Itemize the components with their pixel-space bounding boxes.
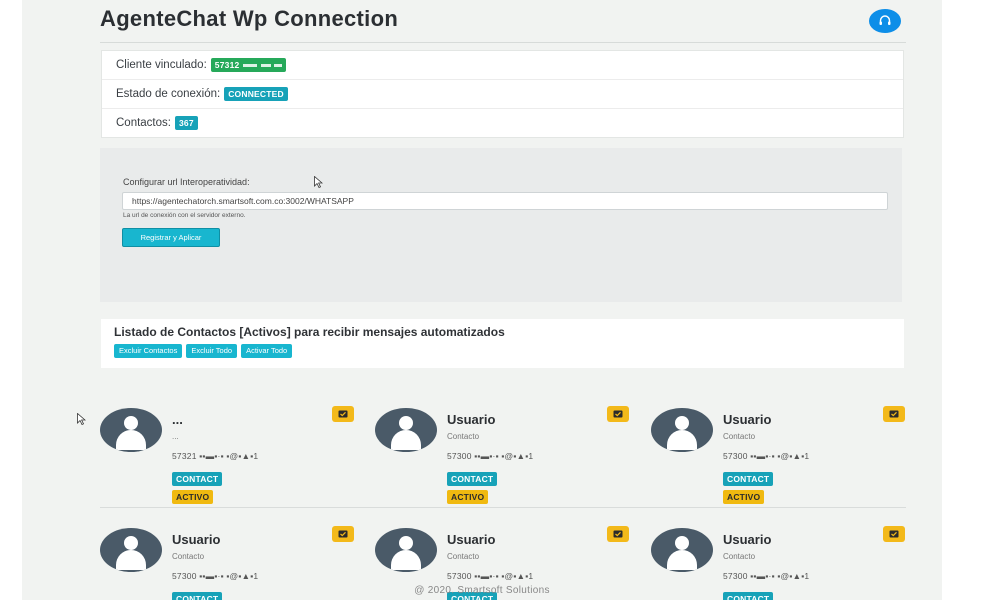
toggle-active-button[interactable] bbox=[607, 526, 629, 542]
contact-name: ... bbox=[172, 412, 183, 427]
status-label: Estado de conexión: bbox=[116, 88, 221, 100]
contact-grid: ... ... 57321 ▪▪▬▪·▪ ▪@▪▲▪1 CONTACT ACTI… bbox=[22, 392, 942, 600]
active-status-badge: ACTIVO bbox=[723, 490, 765, 504]
envelope-check-icon bbox=[889, 530, 899, 538]
contact-subtitle: Contacto bbox=[447, 552, 480, 561]
masked-digits bbox=[260, 64, 271, 68]
client-row: Cliente vinculado: 57312 bbox=[102, 51, 903, 80]
interop-url-help: La url de conexión con el servidor exter… bbox=[123, 212, 246, 219]
title-divider bbox=[100, 42, 906, 43]
contact-phone: 57321 ▪▪▬▪·▪ ▪@▪▲▪1 bbox=[172, 451, 259, 461]
contact-card: ... ... 57321 ▪▪▬▪·▪ ▪@▪▲▪1 CONTACT ACTI… bbox=[100, 400, 360, 510]
client-label: Cliente vinculado: bbox=[116, 59, 207, 71]
contact-name: Usuario bbox=[447, 532, 496, 547]
contact-phone: 57300 ▪▪▬▪·▪ ▪@▪▲▪1 bbox=[723, 571, 810, 581]
masked-digits bbox=[242, 64, 257, 68]
contact-name: Usuario bbox=[723, 412, 772, 427]
active-status-badge: ACTIVO bbox=[447, 490, 489, 504]
contact-subtitle: Contacto bbox=[172, 552, 205, 561]
interop-config-panel: Configurar url Interoperatividad: https:… bbox=[100, 148, 902, 302]
headset-icon bbox=[879, 15, 891, 25]
avatar bbox=[651, 408, 713, 452]
contact-subtitle: Contacto bbox=[723, 432, 756, 441]
contact-type-badge: CONTACT bbox=[723, 472, 774, 486]
contact-subtitle: Contacto bbox=[447, 432, 480, 441]
mouse-cursor-icon bbox=[314, 176, 323, 188]
toggle-active-button[interactable] bbox=[607, 406, 629, 422]
envelope-check-icon bbox=[338, 410, 348, 418]
contact-phone: 57300 ▪▪▬▪·▪ ▪@▪▲▪1 bbox=[447, 451, 534, 461]
avatar bbox=[375, 408, 437, 452]
contact-subtitle: Contacto bbox=[723, 552, 756, 561]
contact-name: Usuario bbox=[723, 532, 772, 547]
avatar bbox=[100, 408, 162, 452]
contact-type-badge: CONTACT bbox=[172, 472, 223, 486]
contact-name: Usuario bbox=[172, 532, 221, 547]
exclude-contacts-button[interactable]: Excluir Contactos bbox=[114, 344, 183, 358]
avatar bbox=[375, 528, 437, 572]
envelope-check-icon bbox=[338, 530, 348, 538]
envelope-check-icon bbox=[613, 530, 623, 538]
contact-type-badge: CONTACT bbox=[447, 472, 498, 486]
exclude-all-button[interactable]: Excluir Todo bbox=[186, 344, 238, 358]
contact-card: Usuario Contacto 57300 ▪▪▬▪·▪ ▪@▪▲▪1 CON… bbox=[651, 400, 911, 510]
envelope-check-icon bbox=[613, 410, 623, 418]
activate-all-button[interactable]: Activar Todo bbox=[241, 344, 293, 358]
contact-phone: 57300 ▪▪▬▪·▪ ▪@▪▲▪1 bbox=[172, 571, 259, 581]
status-row: Estado de conexión: CONNECTED bbox=[102, 80, 903, 109]
register-apply-button[interactable]: Registrar y Aplicar bbox=[122, 228, 220, 247]
avatar bbox=[651, 528, 713, 572]
contact-phone: 57300 ▪▪▬▪·▪ ▪@▪▲▪1 bbox=[447, 571, 534, 581]
contact-list-card: Listado de Contactos [Activos] para reci… bbox=[101, 319, 904, 368]
toggle-active-button[interactable] bbox=[332, 526, 354, 542]
support-button[interactable] bbox=[869, 9, 901, 33]
client-value: 57312 bbox=[214, 60, 240, 70]
contact-phone: 57300 ▪▪▬▪·▪ ▪@▪▲▪1 bbox=[723, 451, 810, 461]
page-title: AgenteChat Wp Connection bbox=[100, 6, 399, 31]
contacts-count-badge: 367 bbox=[174, 116, 198, 130]
contact-name: Usuario bbox=[447, 412, 496, 427]
envelope-check-icon bbox=[889, 410, 899, 418]
avatar bbox=[100, 528, 162, 572]
page-background: AgenteChat Wp Connection Cliente vincula… bbox=[22, 0, 942, 600]
interop-url-label: Configurar url Interoperatividad: bbox=[123, 177, 250, 187]
interop-url-input[interactable]: https://agentechatorch.smartsoft.com.co:… bbox=[122, 192, 888, 210]
contact-card: Usuario Contacto 57300 ▪▪▬▪·▪ ▪@▪▲▪1 CON… bbox=[375, 400, 635, 510]
masked-digits bbox=[274, 64, 283, 68]
connection-info-card: Cliente vinculado: 57312 Estado de conex… bbox=[101, 50, 904, 138]
contacts-row: Contactos: 367 bbox=[102, 109, 903, 137]
contact-list-actions: Excluir Contactos Excluir Todo Activar T… bbox=[114, 344, 293, 358]
toggle-active-button[interactable] bbox=[883, 406, 905, 422]
toggle-active-button[interactable] bbox=[883, 526, 905, 542]
toggle-active-button[interactable] bbox=[332, 406, 354, 422]
contact-subtitle: ... bbox=[172, 432, 179, 441]
page-footer: @ 2020. Smartsoft Solutions bbox=[414, 585, 550, 596]
active-status-badge: ACTIVO bbox=[172, 490, 214, 504]
client-badge: 57312 bbox=[210, 58, 287, 72]
status-badge: CONNECTED bbox=[224, 87, 288, 101]
row-divider bbox=[100, 507, 906, 508]
contacts-label: Contactos: bbox=[116, 117, 171, 129]
contact-list-title: Listado de Contactos [Activos] para reci… bbox=[114, 325, 505, 339]
